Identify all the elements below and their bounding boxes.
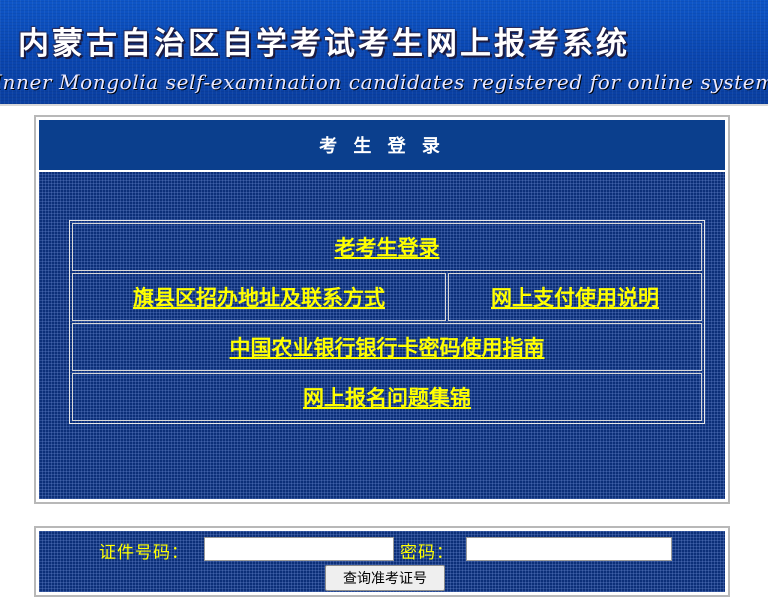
link-cell-abc-card-guide: 中国农业银行银行卡密码使用指南	[72, 323, 702, 371]
id-number-label: 证件号码：	[99, 543, 189, 563]
query-form-body: 证件号码： 密码： 查询准考证号	[39, 531, 725, 592]
banner-divider	[0, 104, 768, 106]
link-cell-payment-guide: 网上支付使用说明	[448, 273, 702, 321]
link-cell-returning-login: 老考生登录	[72, 223, 702, 271]
system-title: 内蒙古自治区自学考试考生网上报考系统	[18, 26, 630, 62]
admission-number-query-form: 证件号码： 密码： 查询准考证号	[34, 526, 730, 597]
registration-faq-link[interactable]: 网上报名问题集锦	[303, 382, 471, 412]
password-input[interactable]	[466, 537, 672, 561]
query-admission-number-button[interactable]: 查询准考证号	[325, 565, 445, 591]
header-banner: 内蒙古自治区自学考试考生网上报考系统 Inner Mongolia self-e…	[0, 0, 768, 104]
abc-card-password-guide-link[interactable]: 中国农业银行银行卡密码使用指南	[230, 332, 545, 362]
password-label: 密码：	[400, 543, 454, 563]
id-number-input[interactable]	[204, 537, 394, 561]
login-panel: 考 生 登 录 老考生登录 旗县区招办地址及联系方式 网上支付使用说明 中国农业…	[34, 115, 730, 504]
online-payment-guide-link[interactable]: 网上支付使用说明	[491, 282, 659, 312]
link-cell-faq: 网上报名问题集锦	[72, 373, 702, 421]
login-panel-body: 老考生登录 旗县区招办地址及联系方式 网上支付使用说明 中国农业银行银行卡密码使…	[39, 172, 725, 499]
county-office-contacts-link[interactable]: 旗县区招办地址及联系方式	[133, 282, 385, 312]
link-cell-county-contacts: 旗县区招办地址及联系方式	[72, 273, 446, 321]
link-table: 老考生登录 旗县区招办地址及联系方式 网上支付使用说明 中国农业银行银行卡密码使…	[69, 220, 705, 424]
system-subtitle: Inner Mongolia self-examination candidat…	[0, 70, 768, 94]
login-panel-title: 考 生 登 录	[39, 120, 725, 170]
returning-candidate-login-link[interactable]: 老考生登录	[335, 232, 440, 262]
